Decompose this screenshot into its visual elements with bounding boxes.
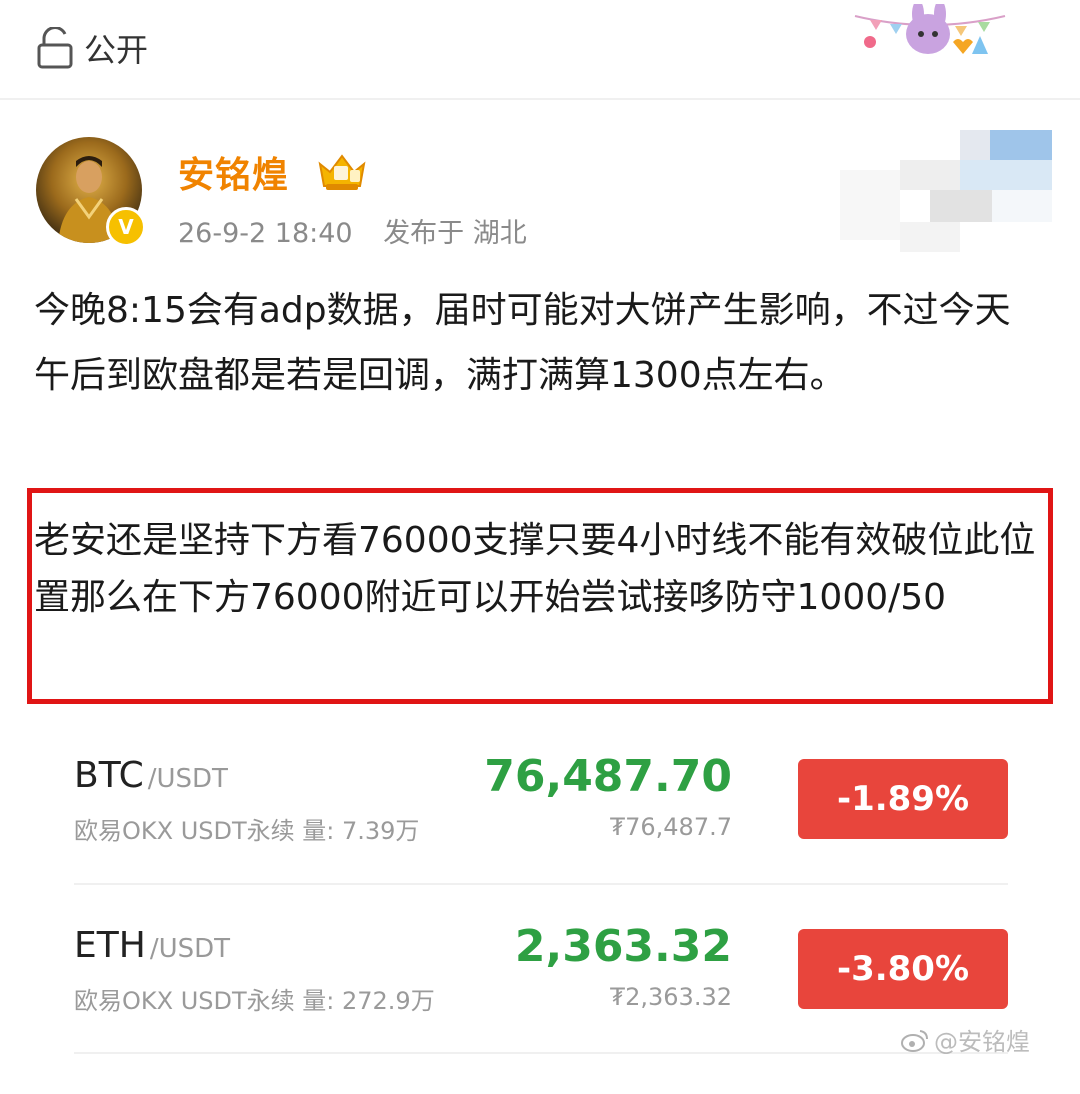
- watermark-text: @安铭煌: [934, 1028, 1030, 1056]
- blurred-mosaic-image: [840, 130, 1052, 252]
- ticker-market: 欧易OKX USDT永续 量: 272.9万: [74, 987, 435, 1015]
- ticker-market: 欧易OKX USDT永续 量: 7.39万: [74, 817, 420, 845]
- verified-v-icon: V: [106, 207, 146, 247]
- post-location: 发布于 湖北: [383, 218, 527, 249]
- ticker-quote: /USDT: [147, 764, 228, 794]
- weibo-watermark: @安铭煌: [900, 1022, 1030, 1057]
- ticker-change-badge: -3.80%: [798, 929, 1008, 1009]
- party-decoration-icon: [854, 4, 1006, 54]
- ticker-card-btc[interactable]: BTC/USDT 欧易OKX USDT永续 量: 7.39万 76,487.70…: [74, 751, 1008, 865]
- ticker-base: BTC: [74, 755, 144, 796]
- weibo-logo-icon: [901, 1029, 928, 1052]
- ticker-change-badge: -1.89%: [798, 759, 1008, 839]
- author-name[interactable]: 安铭煌: [178, 146, 289, 198]
- author-avatar[interactable]: V: [36, 137, 146, 247]
- ticker-divider: [74, 883, 1008, 885]
- ticker-fiat-price: ₮2,363.32: [609, 983, 732, 1011]
- ticker-card-eth[interactable]: ETH/USDT 欧易OKX USDT永续 量: 272.9万 2,363.32…: [74, 921, 1008, 1035]
- ticker-price: 2,363.32: [514, 921, 732, 972]
- visibility-indicator[interactable]: 公开: [36, 24, 148, 72]
- ticker-divider: [74, 1052, 1008, 1054]
- ticker-price: 76,487.70: [484, 751, 732, 802]
- ticker-fiat-price: ₮76,487.7: [609, 813, 732, 841]
- ticker-symbol: ETH/USDT: [74, 925, 230, 966]
- ticker-base: ETH: [74, 925, 146, 966]
- visibility-bar: 公开: [0, 0, 1080, 100]
- ticker-symbol: BTC/USDT: [74, 755, 228, 796]
- crown-badge-icon[interactable]: [316, 150, 368, 192]
- post-timestamp: 26-9-2 18:40: [178, 218, 353, 249]
- highlight-text: 老安还是坚持下方看76000支撑只要4小时线不能有效破位此位置那么在下方7600…: [34, 520, 1036, 618]
- visibility-label: 公开: [84, 31, 149, 69]
- post-meta: 26-9-2 18:40 发布于 湖北: [178, 211, 549, 250]
- lock-open-icon: [37, 27, 73, 69]
- ticker-quote: /USDT: [149, 934, 231, 964]
- post-body-text: 今晚8:15会有adp数据，届时可能对大饼产生影响，不过今天午后到欧盘都是若是回…: [34, 290, 1011, 396]
